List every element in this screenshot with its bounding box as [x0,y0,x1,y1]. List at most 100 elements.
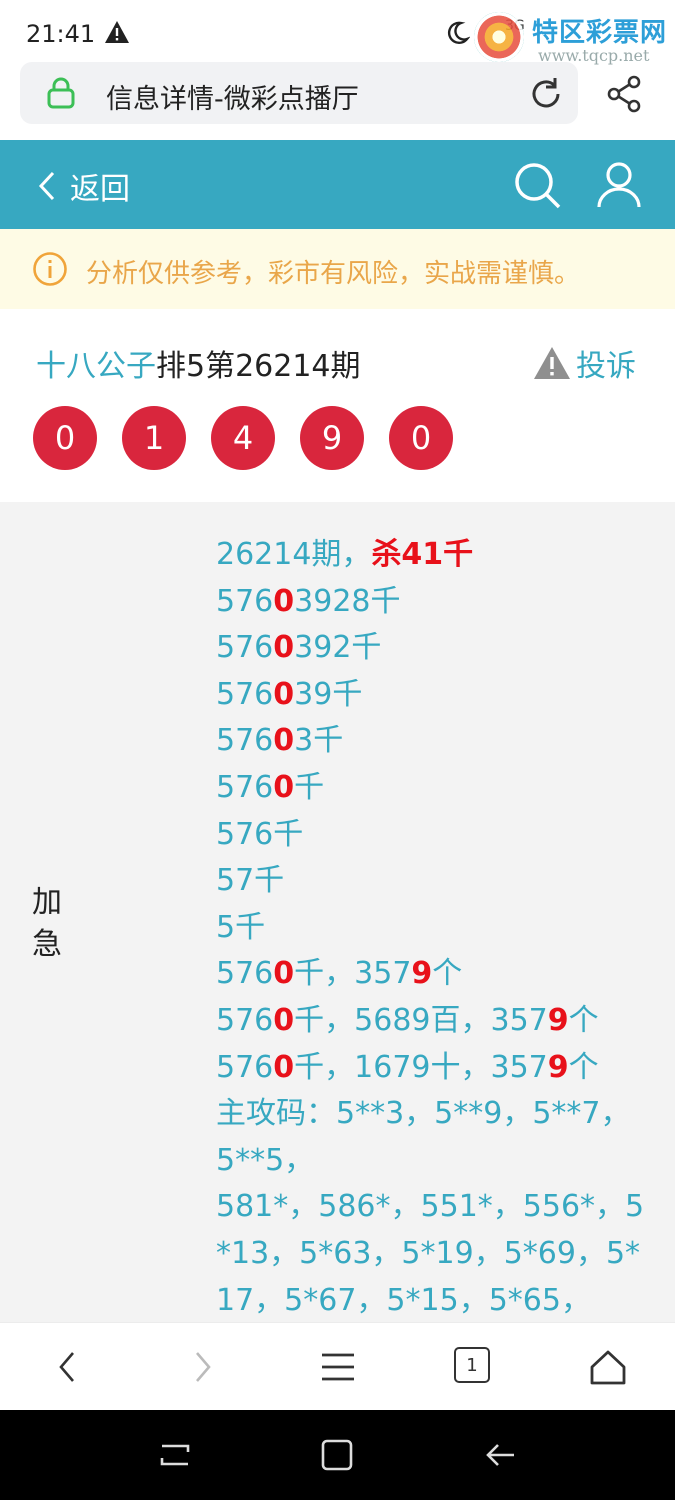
number-ball: 1 [122,406,186,470]
menu-icon[interactable] [320,1349,356,1389]
watermark: 特区彩票网 www.tqcp.net [474,8,674,66]
user-icon[interactable] [596,160,642,214]
analysis-lines: 26214期，杀41千 57603928千 5760392千 576039千 57603… [216,532,646,1322]
number-ball: 0 [389,406,453,470]
analysis-line: 5760千 [216,765,646,812]
post-content: 加急 26214期，杀41千 57603928千 5760392千 576039千 57… [0,502,675,1322]
line-text: 个 [568,1002,599,1038]
system-nav-bar [0,1410,675,1500]
analysis-line: 5760千，5689百，3579个 [216,998,646,1045]
line-text: 26214期， [216,537,372,572]
line-text: 576 [216,723,274,759]
analysis-line: 57603928千 [216,579,646,626]
line-text: 3千 [294,723,344,759]
analysis-line: 5760千，1679十，3579个 [216,1045,646,1092]
system-back-icon[interactable] [484,1438,518,1476]
home-icon[interactable] [588,1349,628,1391]
line-text: 千 [294,769,325,805]
highlight-text: 0 [273,676,295,712]
complain-label: 投诉 [576,349,636,384]
line-text: 581*，586*，551*，556*，5 [216,1189,645,1225]
draw-numbers: 0 1 4 9 0 [33,406,478,470]
line-text: 39千 [294,676,363,712]
highlight-text: 0 [273,956,295,992]
analysis-line: 57603千 [216,718,646,765]
line-text: 576 [216,583,274,619]
line-text: 个 [568,1049,599,1085]
highlight-text: 0 [273,723,295,759]
complain-button[interactable]: 投诉 [532,341,636,385]
status-bar: 21:41 3G 特区彩票网 www.tqcp.net [0,0,675,66]
highlight-text: 0 [273,1002,295,1038]
number-ball: 9 [300,406,364,470]
browser-bottom-nav: 1 [0,1322,675,1411]
browser-forward-icon[interactable] [188,1349,216,1389]
watermark-logo-icon [474,12,524,62]
back-button[interactable]: 返回 [36,164,130,208]
address-bar[interactable]: 信息详情-微彩点播厅 [20,62,578,124]
home-button-icon[interactable] [320,1438,354,1476]
highlight-text: 杀41千 [371,537,474,572]
back-label: 返回 [70,172,130,207]
line-text: 392千 [294,630,382,666]
line-text: 主攻码：5**3，5**9，5**7， [216,1096,631,1132]
highlight-text: 0 [273,630,295,666]
notice-text: 分析仅供参考，彩市有风险，实战需谨慎。 [86,259,581,289]
line-text: 576 [216,956,274,992]
analysis-line: 576千 [216,812,646,859]
issue-title: 排5第26214期 [156,349,361,384]
analysis-line: *13，5*63，5*19，5*69，5* [216,1231,646,1278]
analysis-line: 5**5， [216,1138,646,1185]
line-text: 576 [216,1002,274,1038]
line-text: 576 [216,630,274,666]
highlight-text: 9 [547,1049,569,1085]
line-text: *13，5*63，5*19，5*69，5* [216,1235,641,1271]
tabs-icon[interactable]: 1 [454,1347,490,1383]
chevron-left-icon [38,171,55,201]
line-text: 576千 [216,816,304,852]
warning-triangle-icon [534,347,570,379]
lock-icon [44,76,78,114]
watermark-title: 特区彩票网 [532,18,668,48]
moon-icon [444,20,471,50]
line-text: 576 [216,676,274,712]
highlight-text: 0 [273,769,295,805]
highlight-text: 9 [547,1002,569,1038]
line-text: 个 [432,956,463,992]
analysis-line: 主攻码：5**3，5**9，5**7， [216,1091,646,1138]
analysis-line: 5千 [216,905,646,952]
analysis-line: 576039千 [216,672,646,719]
highlight-text: 0 [273,583,295,619]
search-icon[interactable] [512,160,564,216]
post-title: 十八公子排5第26214期 [36,341,361,385]
line-text: 17，5*67，5*15，5*65， [216,1282,591,1318]
line-text: 576 [216,769,274,805]
line-text: 千，5689百，357 [294,1002,548,1038]
author-link[interactable]: 十八公子 [36,349,156,384]
urgent-label: 加急 [32,885,62,962]
analysis-line: 5760千，3579个 [216,951,646,998]
line-text: 5**5， [216,1142,315,1178]
recent-apps-icon[interactable] [158,1438,192,1476]
reload-icon[interactable] [528,76,564,116]
line-text: 千，1679十，357 [294,1049,548,1085]
info-icon [32,251,68,291]
analysis-line: 57千 [216,858,646,905]
risk-notice: 分析仅供参考，彩市有风险，实战需谨慎。 [0,229,675,309]
number-ball: 0 [33,406,97,470]
page-url-title[interactable]: 信息详情-微彩点播厅 [106,77,359,116]
post-header: 十八公子排5第26214期 投诉 0 1 4 9 0 [0,309,675,502]
analysis-line: 26214期，杀41千 [216,532,646,579]
browser-back-icon[interactable] [54,1349,82,1389]
app-header: 返回 [0,140,675,229]
warning-icon [104,20,130,48]
analysis-line: 17，5*67，5*15，5*65， [216,1278,646,1323]
share-icon[interactable] [604,74,644,118]
line-text: 3928千 [294,583,401,619]
line-text: 57千 [216,863,285,899]
analysis-line: 581*，586*，551*，556*，5 [216,1184,646,1231]
line-text: 千，357 [294,956,412,992]
analysis-line: 5760392千 [216,625,646,672]
line-text: 576 [216,1049,274,1085]
number-ball: 4 [211,406,275,470]
